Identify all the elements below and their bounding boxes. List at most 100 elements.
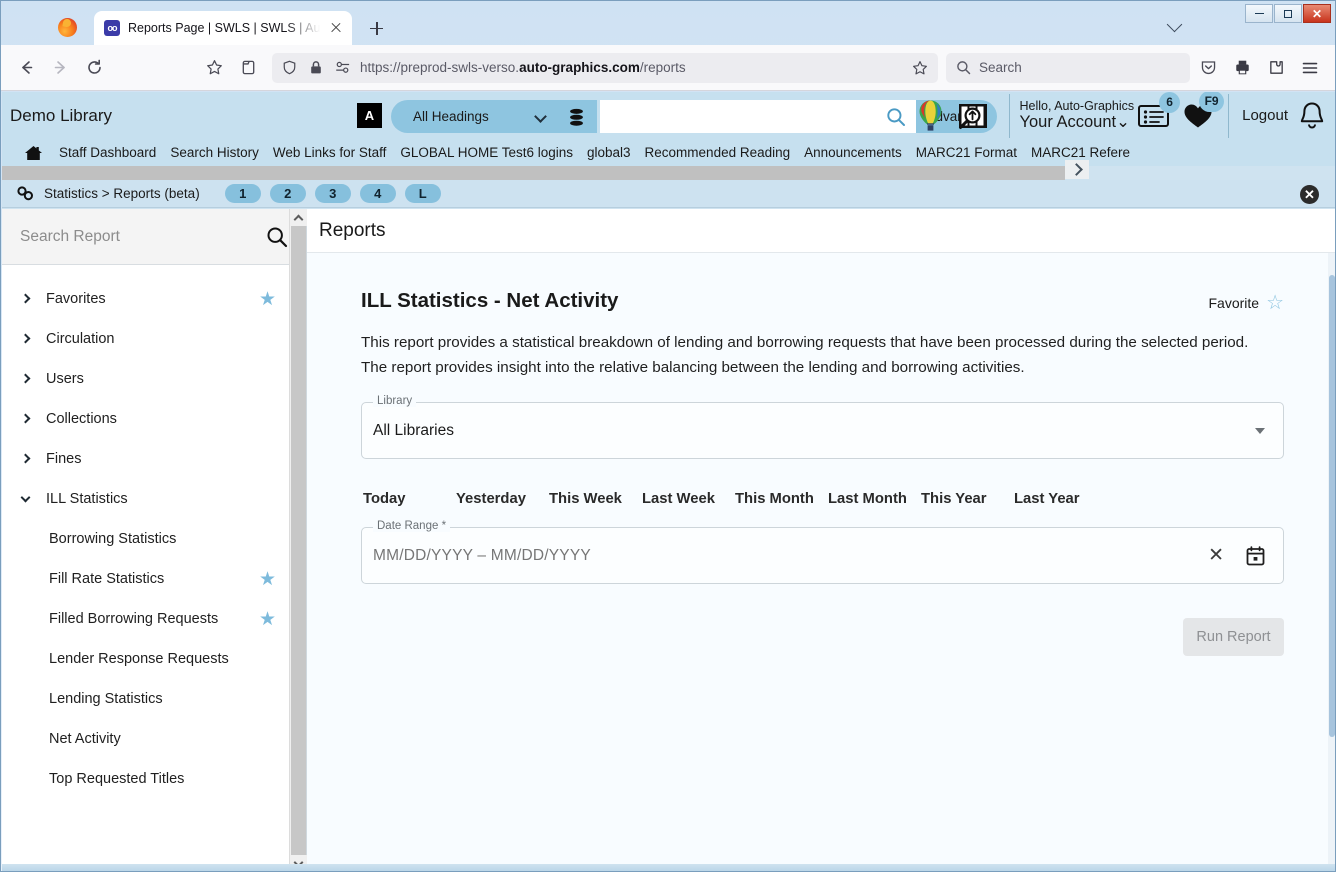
caret-down-icon[interactable]	[1255, 427, 1265, 434]
chevron-right-icon[interactable]	[20, 452, 34, 466]
tree-node-lending-statistics[interactable]: Lending Statistics	[2, 679, 306, 719]
minimize-button[interactable]	[1245, 4, 1273, 23]
chevron-right-icon[interactable]	[20, 332, 34, 346]
account-menu[interactable]: Hello, Auto-Graphics Your Account⌄	[1019, 99, 1134, 132]
chevron-right-icon[interactable]	[20, 372, 34, 386]
tree-node-circulation[interactable]: Circulation	[2, 319, 306, 359]
search-placeholder: Search	[979, 60, 1022, 75]
run-report-button[interactable]: Run Report	[1183, 618, 1284, 657]
date-range-input[interactable]: Date Range * MM/DD/YYYY – MM/DD/YYYY ✕	[361, 520, 1284, 585]
back-arrow-icon[interactable]	[10, 52, 42, 84]
close-circle-icon[interactable]: ✕	[1300, 185, 1319, 204]
tree-node-net-activity[interactable]: Net Activity	[2, 719, 306, 759]
quick-range-this-month[interactable]: This Month	[735, 485, 828, 513]
pocket-icon[interactable]	[1192, 52, 1224, 84]
chain-link-icon[interactable]	[16, 186, 35, 201]
main-scrollbar[interactable]	[1328, 253, 1335, 871]
calendar-icon[interactable]	[1246, 546, 1265, 566]
close-window-button[interactable]: ✕	[1303, 4, 1331, 23]
scrollbar-thumb[interactable]	[1329, 275, 1335, 737]
chevron-down-icon[interactable]	[20, 492, 34, 506]
nav-item-web-links-for-staff[interactable]: Web Links for Staff	[273, 145, 387, 160]
page-pill-2[interactable]: 2	[269, 184, 306, 203]
shield-icon[interactable]	[278, 57, 300, 79]
tree-node-filled-borrowing-requests[interactable]: Filled Borrowing Requests ★	[2, 599, 306, 639]
chevron-right-icon[interactable]	[20, 292, 34, 306]
search-icon[interactable]	[886, 107, 906, 127]
new-tab-button[interactable]	[362, 14, 390, 42]
pocket-save-icon[interactable]	[232, 52, 264, 84]
favorite-toggle[interactable]: Favorite ☆	[1208, 293, 1284, 313]
search-report-field[interactable]: Search Report	[2, 209, 306, 265]
page-pill-3[interactable]: 3	[314, 184, 351, 203]
tree-node-label: Net Activity	[49, 731, 121, 747]
page-pill-1[interactable]: 1	[224, 184, 261, 203]
print-icon[interactable]	[1226, 52, 1258, 84]
catalog-search-input[interactable]	[600, 100, 916, 133]
tree-node-borrowing-statistics[interactable]: Borrowing Statistics	[2, 519, 306, 559]
close-icon[interactable]	[328, 20, 344, 36]
quick-range-this-year[interactable]: This Year	[921, 485, 1014, 513]
headings-select[interactable]: All Headings	[391, 100, 597, 133]
logout-link[interactable]: Logout	[1242, 107, 1288, 124]
list-icon[interactable]: 6	[1138, 92, 1181, 128]
page-pill-4[interactable]: 4	[359, 184, 396, 203]
favorite-star-icon[interactable]: ★	[259, 570, 276, 589]
permissions-icon[interactable]	[332, 57, 354, 79]
sidebar-scrollbar[interactable]	[289, 209, 307, 871]
maximize-button[interactable]	[1274, 4, 1302, 23]
favorite-star-icon[interactable]: ★	[259, 610, 276, 629]
magnify-record-icon[interactable]	[956, 99, 990, 133]
bookmark-star-icon[interactable]	[198, 52, 230, 84]
url-bar[interactable]: https://preprod-swls-verso.auto-graphics…	[272, 52, 938, 83]
hot-air-balloon-icon[interactable]	[917, 99, 944, 133]
quick-range-last-week[interactable]: Last Week	[642, 485, 735, 513]
hamburger-menu-icon[interactable]	[1294, 52, 1326, 84]
nav-item-global-home-test6-logins[interactable]: GLOBAL HOME Test6 logins	[400, 145, 573, 160]
reload-icon[interactable]	[78, 52, 110, 84]
window-controls: ✕	[1245, 4, 1331, 23]
tree-node-favorites[interactable]: Favorites ★	[2, 279, 306, 319]
nav-item-search-history[interactable]: Search History	[170, 145, 259, 160]
star-outline-icon[interactable]: ☆	[1266, 293, 1284, 313]
quick-range-this-week[interactable]: This Week	[549, 485, 642, 513]
quick-range-today[interactable]: Today	[363, 485, 456, 513]
nav-item-marc21-format[interactable]: MARC21 Format	[916, 145, 1017, 160]
chevron-up-icon[interactable]	[289, 209, 307, 226]
close-x-icon[interactable]: ✕	[1208, 546, 1224, 565]
nav-item-announcements[interactable]: Announcements	[804, 145, 902, 160]
search-input[interactable]: Search	[946, 52, 1190, 83]
search-icon[interactable]	[266, 226, 288, 248]
tree-node-lender-response-requests[interactable]: Lender Response Requests	[2, 639, 306, 679]
quick-range-yesterday[interactable]: Yesterday	[456, 485, 549, 513]
nav-item-recommended-reading[interactable]: Recommended Reading	[645, 145, 791, 160]
tree-node-fines[interactable]: Fines	[2, 439, 306, 479]
tree-node-collections[interactable]: Collections	[2, 399, 306, 439]
chevron-right-icon[interactable]	[1065, 160, 1089, 179]
home-icon[interactable]	[24, 145, 43, 161]
nav-item-global3[interactable]: global3	[587, 145, 631, 160]
favorite-star-icon[interactable]: ★	[259, 290, 276, 309]
barcode-a-icon[interactable]: A	[357, 103, 382, 128]
star-icon[interactable]	[908, 56, 932, 80]
nav-item-staff-dashboard[interactable]: Staff Dashboard	[59, 145, 156, 160]
tree-node-users[interactable]: Users	[2, 359, 306, 399]
run-report-row: Run Report	[361, 618, 1284, 657]
database-icon[interactable]	[568, 108, 585, 127]
chevron-down-icon[interactable]	[1167, 18, 1185, 28]
extension-icon[interactable]	[1260, 52, 1292, 84]
tree-node-top-requested-titles[interactable]: Top Requested Titles	[2, 759, 306, 799]
chevron-right-icon[interactable]	[20, 412, 34, 426]
page-pill-L[interactable]: L	[404, 184, 441, 203]
browser-tab[interactable]: oo Reports Page | SWLS | SWLS | Au	[94, 11, 353, 45]
quick-range-last-month[interactable]: Last Month	[828, 485, 921, 513]
scrollbar-thumb[interactable]	[290, 226, 306, 855]
quick-range-last-year[interactable]: Last Year	[1014, 485, 1107, 513]
heart-icon[interactable]: F9	[1183, 92, 1225, 129]
lock-icon[interactable]	[306, 57, 326, 79]
nav-item-marc21-reference[interactable]: MARC21 Refere	[1031, 145, 1130, 160]
library-select[interactable]: Library All Libraries	[361, 395, 1284, 460]
bell-icon[interactable]	[1298, 101, 1326, 131]
tree-node-ill-statistics[interactable]: ILL Statistics	[2, 479, 306, 519]
tree-node-fill-rate-statistics[interactable]: Fill Rate Statistics ★	[2, 559, 306, 599]
